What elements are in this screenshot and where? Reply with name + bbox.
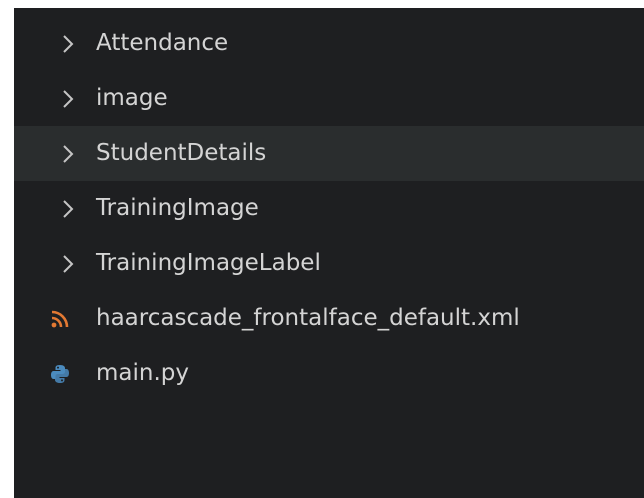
folder-label: TrainingImage <box>96 195 259 221</box>
chevron-right-icon <box>63 35 74 53</box>
folder-label: image <box>96 85 168 111</box>
folder-item-attendance[interactable]: Attendance <box>14 16 644 71</box>
folder-label: Attendance <box>96 30 229 56</box>
python-file-icon <box>51 365 69 383</box>
folder-label: StudentDetails <box>96 140 267 166</box>
chevron-right-icon <box>63 90 74 108</box>
folder-item-studentdetails[interactable]: StudentDetails <box>14 126 644 181</box>
window-frame: Attendance image StudentDetails Training… <box>0 0 644 498</box>
folder-item-trainingimagelabel[interactable]: TrainingImageLabel <box>14 236 644 291</box>
file-tree: Attendance image StudentDetails Training… <box>14 16 644 401</box>
folder-item-image[interactable]: image <box>14 71 644 126</box>
file-label: haarcascade_frontalface_default.xml <box>96 305 520 331</box>
chevron-right-icon <box>63 255 74 273</box>
chevron-right-icon <box>63 200 74 218</box>
rss-xml-file-icon <box>51 310 69 328</box>
file-item-main-py[interactable]: main.py <box>14 346 644 401</box>
file-item-haarcascade-xml[interactable]: haarcascade_frontalface_default.xml <box>14 291 644 346</box>
file-explorer: Attendance image StudentDetails Training… <box>14 8 644 498</box>
folder-label: TrainingImageLabel <box>96 250 321 276</box>
folder-item-trainingimage[interactable]: TrainingImage <box>14 181 644 236</box>
chevron-right-icon <box>63 145 74 163</box>
file-label: main.py <box>96 360 189 386</box>
